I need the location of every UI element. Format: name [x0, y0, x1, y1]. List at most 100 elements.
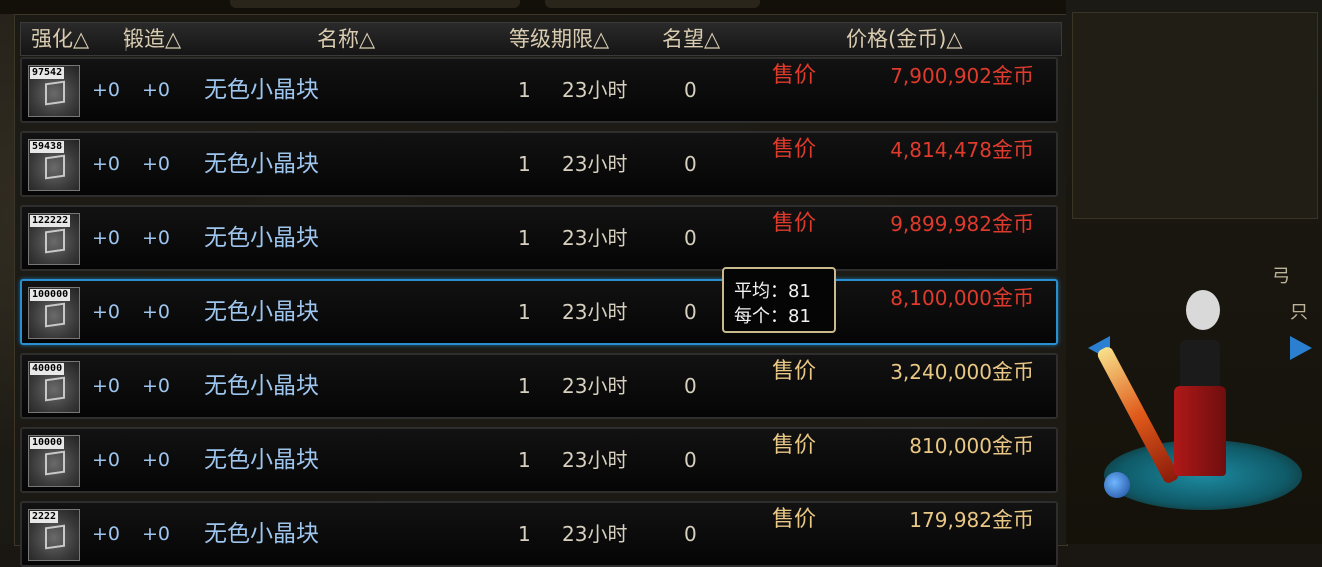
forge-value: +0 — [142, 523, 171, 545]
header-level-duration[interactable]: 等级期限△ — [509, 23, 609, 55]
item-row[interactable]: 97542 +0 +0 无色小晶块 1 23小时 0 售价 7,900,902金币 — [20, 57, 1058, 123]
forge-value: +0 — [142, 301, 171, 323]
forge-value: +0 — [142, 79, 171, 101]
item-row[interactable]: 40000 +0 +0 无色小晶块 1 23小时 0 售价 3,240,000金币 — [20, 353, 1058, 419]
item-quantity: 10000 — [30, 437, 65, 449]
cube-icon — [45, 302, 65, 328]
item-price: 7,900,902金币 — [890, 45, 1034, 107]
tooltip-each: 每个：81 — [734, 306, 811, 327]
item-reputation: 0 — [684, 374, 697, 398]
forge-value: +0 — [142, 227, 171, 249]
item-level: 1 — [518, 226, 531, 250]
crystal-item-icon[interactable]: 97542 — [28, 65, 80, 117]
cube-icon — [45, 450, 65, 476]
header-reputation[interactable]: 名望△ — [662, 23, 720, 55]
item-reputation: 0 — [684, 522, 697, 546]
item-name: 无色小晶块 — [204, 151, 319, 177]
item-duration: 23小时 — [562, 226, 628, 250]
orb-icon — [1104, 472, 1130, 498]
item-reputation: 0 — [684, 226, 697, 250]
item-quantity: 59438 — [30, 141, 65, 153]
header-forge[interactable]: 锻造△ — [123, 23, 193, 55]
crystal-item-icon[interactable]: 2222 — [28, 509, 80, 561]
item-duration: 23小时 — [562, 152, 628, 176]
sale-label: 售价 — [772, 359, 817, 384]
item-duration: 23小时 — [562, 448, 628, 472]
crystal-item-icon[interactable]: 40000 — [28, 361, 80, 413]
strengthen-value: +0 — [92, 301, 121, 323]
side-frame — [1072, 12, 1318, 219]
sale-label: 售价 — [772, 507, 817, 532]
cube-icon — [45, 154, 65, 180]
item-name: 无色小晶块 — [204, 447, 319, 473]
price-value: 179,982 — [909, 508, 992, 532]
cube-icon — [45, 228, 65, 254]
item-row[interactable]: 122222 +0 +0 无色小晶块 1 23小时 0 售价 9,899,982金币 — [20, 205, 1058, 271]
forge-value: +0 — [142, 449, 171, 471]
cube-icon — [45, 376, 65, 402]
sale-label: 售价 — [772, 211, 817, 236]
item-quantity: 97542 — [30, 67, 65, 79]
item-reputation: 0 — [684, 78, 697, 102]
item-row[interactable]: 100000 +0 +0 无色小晶块 1 23小时 0 8,100,000金币 — [20, 279, 1058, 345]
price-value: 9,899,982 — [890, 212, 992, 236]
top-tab-left[interactable] — [230, 0, 520, 8]
cube-icon — [45, 80, 65, 106]
item-level: 1 — [518, 78, 531, 102]
character-head — [1186, 290, 1220, 330]
next-arrow-icon[interactable] — [1290, 336, 1312, 360]
item-level: 1 — [518, 448, 531, 472]
item-quantity: 40000 — [30, 363, 65, 375]
crystal-item-icon[interactable]: 100000 — [28, 287, 80, 339]
price-value: 8,100,000 — [890, 286, 992, 310]
price-unit: 金币 — [992, 138, 1034, 162]
item-row[interactable]: 59438 +0 +0 无色小晶块 1 23小时 0 售价 4,814,478金币 — [20, 131, 1058, 197]
header-name[interactable]: 名称△ — [317, 23, 375, 55]
forge-value: +0 — [142, 153, 171, 175]
price-value: 7,900,902 — [890, 64, 992, 88]
item-price: 9,899,982金币 — [890, 193, 1034, 255]
side-label-2: 只 — [1290, 302, 1308, 323]
price-value: 4,814,478 — [890, 138, 992, 162]
character-legs — [1174, 386, 1226, 476]
crystal-item-icon[interactable]: 122222 — [28, 213, 80, 265]
strengthen-value: +0 — [92, 375, 121, 397]
top-tab-right[interactable] — [545, 0, 760, 8]
item-quantity: 2222 — [30, 511, 59, 523]
price-unit: 金币 — [992, 360, 1034, 384]
cube-icon — [45, 524, 65, 550]
item-price: 8,100,000金币 — [890, 267, 1034, 329]
item-row[interactable]: 2222 +0 +0 无色小晶块 1 23小时 0 售价 179,982金币 — [20, 501, 1058, 567]
item-level: 1 — [518, 152, 531, 176]
strengthen-value: +0 — [92, 523, 121, 545]
price-tooltip: 平均：81 每个：81 — [722, 267, 836, 333]
item-name: 无色小晶块 — [204, 225, 319, 251]
price-value: 3,240,000 — [890, 360, 992, 384]
item-duration: 23小时 — [562, 300, 628, 324]
header-strengthen[interactable]: 强化△ — [31, 23, 127, 55]
item-name: 无色小晶块 — [204, 299, 319, 325]
price-unit: 金币 — [992, 286, 1034, 310]
price-value: 810,000 — [909, 434, 992, 458]
item-level: 1 — [518, 522, 531, 546]
item-price: 3,240,000金币 — [890, 341, 1034, 403]
tooltip-average: 平均：81 — [734, 281, 811, 302]
sale-label: 售价 — [772, 137, 817, 162]
item-quantity: 122222 — [30, 215, 71, 227]
item-level: 1 — [518, 300, 531, 324]
strengthen-value: +0 — [92, 227, 121, 249]
item-duration: 23小时 — [562, 78, 628, 102]
item-quantity: 100000 — [30, 289, 71, 301]
item-reputation: 0 — [684, 448, 697, 472]
item-duration: 23小时 — [562, 522, 628, 546]
item-reputation: 0 — [684, 300, 697, 324]
item-duration: 23小时 — [562, 374, 628, 398]
strengthen-value: +0 — [92, 153, 121, 175]
item-name: 无色小晶块 — [204, 77, 319, 103]
crystal-item-icon[interactable]: 59438 — [28, 139, 80, 191]
item-row[interactable]: 10000 +0 +0 无色小晶块 1 23小时 0 售价 810,000金币 — [20, 427, 1058, 493]
crystal-item-icon[interactable]: 10000 — [28, 435, 80, 487]
forge-value: +0 — [142, 375, 171, 397]
item-price: 810,000金币 — [909, 415, 1034, 477]
price-unit: 金币 — [992, 508, 1034, 532]
